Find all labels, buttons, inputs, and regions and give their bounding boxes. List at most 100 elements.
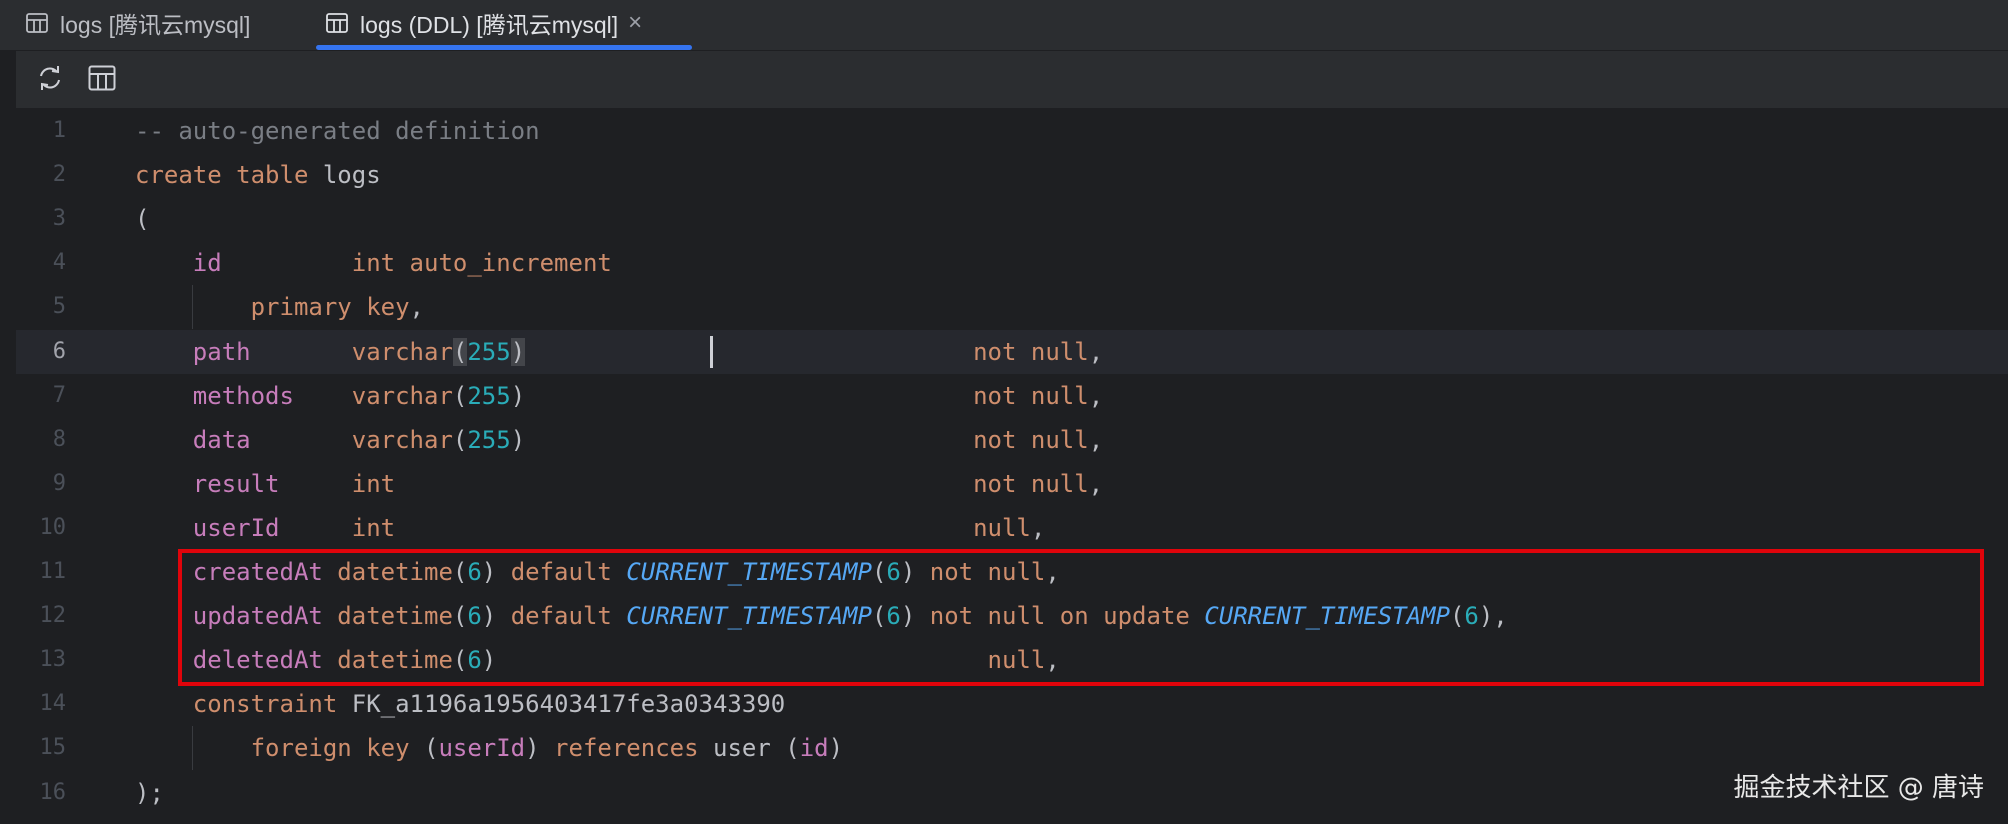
code-token: ( — [423, 734, 439, 763]
code-token: ) — [525, 734, 555, 763]
code-token: not null — [973, 381, 1089, 410]
code-line[interactable]: 3( — [16, 197, 2008, 241]
code-token: ) — [828, 734, 844, 763]
tab-label: logs (DDL) [腾讯云mysql] — [360, 12, 619, 38]
code-token: methods — [192, 381, 294, 410]
editor-tab-bar: logs [腾讯云mysql] logs (DDL) [腾讯云mysql] × — [0, 0, 2008, 51]
line-number: 9 — [52, 470, 66, 496]
code-line[interactable]: 9 result int not null, — [16, 462, 2008, 506]
code-line[interactable]: 8 data varchar(255) not null, — [16, 418, 2008, 462]
code-line[interactable]: 16); — [16, 771, 2008, 815]
open-table-button[interactable] — [86, 64, 118, 96]
line-number: 4 — [52, 250, 66, 276]
line-number: 5 — [52, 294, 66, 320]
code-line[interactable]: 5 primary key, — [16, 285, 2008, 330]
line-number: 12 — [39, 603, 67, 629]
table-icon — [326, 13, 348, 33]
code-token: id — [192, 249, 222, 278]
annotation-highlight-box — [178, 549, 1984, 686]
code-line[interactable]: 15 foreign key (userId) references user … — [16, 726, 2008, 771]
code-token: ( — [452, 381, 468, 410]
code-token: create table — [135, 161, 323, 190]
code-line[interactable]: 10 userId int null, — [16, 506, 2008, 550]
code-text: id int auto_increment — [135, 241, 612, 285]
editor-toolbar — [16, 51, 2008, 109]
code-text: create table logs — [135, 153, 381, 197]
code-token: null — [973, 513, 1031, 542]
code-token: primary key — [250, 293, 410, 322]
code-token: ( — [452, 337, 468, 366]
code-token: , — [1088, 425, 1104, 454]
code-text: result int not null, — [135, 462, 1103, 506]
code-line[interactable]: 2 create table logs — [16, 153, 2008, 197]
line-number: 8 — [52, 426, 66, 452]
code-token: varchar — [351, 425, 453, 454]
code-token: not null — [973, 425, 1089, 454]
code-token: result — [192, 469, 280, 498]
code-editor[interactable]: 1 -- auto-generated definition 2 create tab… — [16, 109, 2008, 824]
line-number: 10 — [39, 514, 67, 540]
code-line[interactable]: 14 constraint FK_a1196a1956403417fe3a034… — [16, 682, 2008, 726]
code-text: primary key, — [135, 285, 424, 329]
code-token: ) — [510, 381, 526, 410]
code-text: ); — [135, 771, 164, 815]
tab-logs-data[interactable]: logs [腾讯云mysql] — [26, 0, 250, 46]
text-cursor — [710, 335, 713, 368]
code-token: , — [1088, 337, 1104, 366]
code-line[interactable]: 6 path varchar(255) not null, — [16, 329, 2008, 374]
code-token: references — [554, 734, 713, 763]
code-token: , — [1030, 513, 1046, 542]
code-token: varchar — [351, 381, 453, 410]
code-token: ( — [785, 734, 800, 763]
code-line[interactable]: 4 id int auto_increment — [16, 241, 2008, 285]
refresh-button[interactable] — [34, 64, 66, 96]
active-tab-indicator — [316, 45, 692, 50]
code-token: ); — [135, 778, 164, 807]
code-token: id — [799, 734, 829, 763]
code-text: constraint FK_a1196a1956403417fe3a034339… — [135, 682, 785, 726]
code-text: -- auto-generated definition — [135, 109, 540, 153]
code-line[interactable]: 7 methods varchar(255) not null, — [16, 374, 2008, 418]
code-token: 255 — [467, 425, 511, 454]
line-number: 1 — [52, 118, 66, 143]
code-token: foreign key — [250, 734, 424, 763]
code-token: , — [1088, 381, 1104, 410]
table-icon — [88, 65, 116, 96]
line-number: 3 — [52, 206, 66, 232]
code-text: data varchar(255) not null, — [135, 418, 1103, 462]
line-number: 2 — [52, 162, 66, 188]
code-token: int — [351, 513, 396, 542]
refresh-icon — [35, 63, 65, 98]
code-token: ( — [452, 425, 468, 454]
code-line[interactable]: 1 -- auto-generated definition — [16, 109, 2008, 153]
line-number: 14 — [39, 691, 67, 717]
code-text: foreign key (userId) references user (id… — [135, 726, 843, 770]
line-number: 16 — [39, 779, 67, 805]
code-token: int auto_increment — [351, 249, 612, 278]
close-icon[interactable]: × — [628, 9, 642, 37]
code-token: ) — [510, 337, 526, 366]
code-token: path — [192, 337, 251, 366]
code-token: ) — [510, 425, 526, 454]
code-token: user — [713, 734, 786, 763]
line-number: 6 — [52, 338, 66, 364]
tab-logs-ddl[interactable]: logs (DDL) [腾讯云mysql] × — [326, 0, 642, 46]
code-text: methods varchar(255) not null, — [135, 374, 1103, 418]
line-number: 7 — [52, 382, 66, 408]
